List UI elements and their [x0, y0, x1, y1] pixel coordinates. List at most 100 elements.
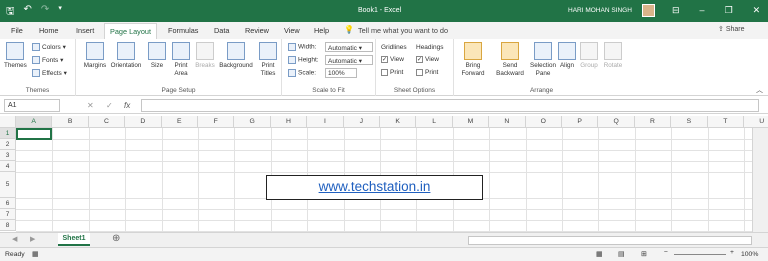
breaks-button[interactable]: Breaks	[194, 42, 216, 70]
tab-data[interactable]: Data	[214, 26, 229, 35]
colors-button[interactable]: Colors ▾	[32, 43, 66, 52]
tab-file[interactable]: File	[11, 26, 23, 35]
macro-record-icon[interactable]: ▦	[32, 250, 39, 258]
print-area-button[interactable]: Print Area	[169, 42, 193, 78]
formula-bar: A1 ✕ ✓ fx	[0, 97, 768, 114]
column-header[interactable]: P	[562, 116, 599, 128]
select-all-corner[interactable]	[0, 116, 16, 128]
headings-view-checkbox[interactable]: ✓ View	[416, 56, 439, 63]
group-button[interactable]: Group	[579, 42, 599, 70]
next-sheet-icon[interactable]: ▶	[30, 235, 35, 243]
column-header[interactable]: G	[234, 116, 271, 128]
column-header[interactable]: D	[125, 116, 162, 128]
row-header[interactable]: 7	[0, 209, 16, 220]
scale-stepper[interactable]: 100%	[325, 68, 357, 78]
tab-page-layout[interactable]: Page Layout	[104, 23, 157, 39]
row-header[interactable]: 6	[0, 198, 16, 209]
name-box[interactable]: A1	[4, 99, 60, 112]
gridline	[634, 128, 636, 232]
send-backward-button[interactable]: Send Backward	[493, 42, 527, 78]
page-break-view-icon[interactable]: ⊞	[641, 250, 647, 258]
zoom-out-icon[interactable]: −	[664, 249, 668, 256]
column-header[interactable]: M	[452, 116, 490, 128]
column-header[interactable]: F	[198, 116, 235, 128]
column-header[interactable]: C	[88, 116, 126, 128]
restore-icon[interactable]: ❐	[725, 5, 733, 16]
save-icon[interactable]: 🖫	[6, 4, 15, 21]
width-select[interactable]: Automatic ▾	[325, 42, 373, 52]
page-layout-view-icon[interactable]: ▤	[618, 250, 624, 258]
undo-icon[interactable]: ↶	[24, 4, 32, 21]
worksheet-grid[interactable]: A B C D E F G H I J K L M N O P Q R S T U 1 2 3 4 5 6 7 8 www.techsta…	[0, 116, 768, 232]
gridlines-print-checkbox[interactable]: Print	[381, 69, 403, 76]
column-header[interactable]: B	[52, 116, 89, 128]
tell-me-search[interactable]: Tell me what you want to do	[358, 26, 448, 35]
horizontal-scrollbar[interactable]	[468, 236, 752, 245]
sheet-tab[interactable]: Sheet1	[58, 233, 90, 246]
bring-forward-button[interactable]: Bring Forward	[458, 42, 488, 78]
cancel-icon[interactable]: ✕	[87, 101, 94, 110]
vertical-scrollbar[interactable]	[752, 128, 768, 232]
column-header[interactable]: O	[525, 116, 562, 128]
tab-home[interactable]: Home	[39, 26, 58, 35]
height-select[interactable]: Automatic ▾	[325, 55, 373, 65]
rotate-button[interactable]: Rotate	[602, 42, 624, 70]
row-header[interactable]: 1	[0, 128, 16, 139]
row-header[interactable]: 3	[0, 150, 16, 161]
tab-help[interactable]: Help	[314, 26, 329, 35]
column-header[interactable]: S	[671, 116, 708, 128]
zoom-level[interactable]: 100%	[741, 251, 758, 258]
margins-button[interactable]: Margins	[82, 42, 108, 70]
gridlines-view-checkbox[interactable]: ✓ View	[381, 56, 404, 63]
zoom-slider[interactable]	[674, 254, 726, 255]
new-sheet-icon[interactable]: ⊕	[112, 233, 120, 244]
column-header[interactable]: Q	[598, 116, 635, 128]
minimize-icon[interactable]: –	[700, 5, 705, 16]
fonts-button[interactable]: Fonts ▾	[32, 56, 63, 65]
tab-review[interactable]: Review	[245, 26, 269, 35]
column-header[interactable]: U	[744, 116, 768, 128]
column-header[interactable]: J	[343, 116, 380, 128]
formula-input[interactable]	[141, 99, 759, 112]
column-header[interactable]: L	[416, 116, 453, 128]
share-button[interactable]: ⇪ Share	[718, 25, 745, 33]
background-button[interactable]: Background	[218, 42, 254, 70]
column-header[interactable]: H	[270, 116, 308, 128]
insert-function-icon[interactable]: fx	[124, 101, 130, 110]
customize-qat-icon[interactable]: ▾	[58, 4, 62, 21]
close-icon[interactable]: ✕	[753, 5, 761, 16]
align-button[interactable]: Align	[558, 42, 576, 70]
collapse-ribbon-icon[interactable]: ︿	[756, 85, 763, 95]
text-box[interactable]: www.techstation.in	[266, 175, 483, 200]
headings-print-checkbox[interactable]: Print	[416, 69, 438, 76]
column-header[interactable]: K	[380, 116, 417, 128]
themes-button[interactable]: Themes	[4, 42, 27, 70]
row-header[interactable]: 5	[0, 172, 16, 198]
tab-insert[interactable]: Insert	[76, 26, 94, 35]
tab-view[interactable]: View	[284, 26, 300, 35]
print-titles-button[interactable]: Print Titles	[258, 42, 278, 78]
column-header[interactable]: I	[307, 116, 344, 128]
enter-icon[interactable]: ✓	[106, 101, 113, 110]
active-cell[interactable]	[16, 128, 53, 140]
row-header[interactable]: 2	[0, 139, 16, 150]
column-header[interactable]: R	[634, 116, 672, 128]
avatar[interactable]	[642, 4, 655, 17]
selection-pane-button[interactable]: Selection Pane	[530, 42, 556, 78]
row-header[interactable]: 4	[0, 161, 16, 172]
prev-sheet-icon[interactable]: ◀	[12, 235, 17, 243]
ribbon-display-options-icon[interactable]: ⊟	[672, 5, 680, 16]
column-header[interactable]: A	[16, 116, 53, 128]
zoom-in-icon[interactable]: +	[730, 249, 734, 256]
column-header[interactable]: N	[489, 116, 526, 128]
user-name[interactable]: HARI MOHAN SINGH	[568, 7, 632, 14]
row-header[interactable]: 8	[0, 220, 16, 231]
orientation-button[interactable]: Orientation	[109, 42, 143, 70]
effects-button[interactable]: Effects ▾	[32, 69, 67, 78]
column-header[interactable]: E	[161, 116, 198, 128]
normal-view-icon[interactable]: ▦	[596, 250, 602, 258]
tab-formulas[interactable]: Formulas	[168, 26, 198, 35]
column-header[interactable]: T	[707, 116, 744, 128]
size-button[interactable]: Size	[147, 42, 167, 70]
redo-icon[interactable]: ↷	[41, 4, 49, 21]
